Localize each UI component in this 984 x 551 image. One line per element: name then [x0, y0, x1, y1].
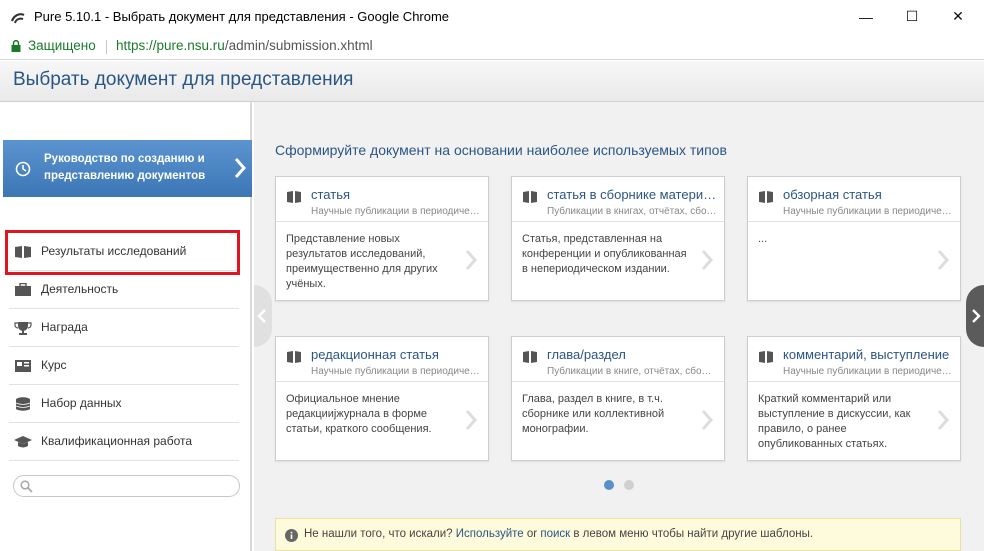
sidebar-item-label: Набор данных: [41, 396, 122, 410]
card-title: глава/раздел: [547, 347, 626, 362]
course-icon: [15, 360, 31, 372]
card-description: Краткий комментарий или выступление в ди…: [758, 393, 911, 450]
sidebar-item-label: Квалификационная работа: [41, 434, 193, 448]
template-card-chapter[interactable]: глава/раздел Публикации в книге, отчётах…: [511, 336, 725, 461]
window-title: Pure 5.10.1 - Выбрать документ для предс…: [34, 9, 450, 24]
graduation-cap-icon: [14, 436, 32, 448]
address-separator: [106, 40, 107, 54]
sidebar-item-label: Деятельность: [41, 282, 119, 296]
carousel-dot-2[interactable]: [624, 480, 634, 490]
card-description: ...: [758, 233, 768, 245]
chevron-right-icon: [701, 410, 713, 430]
card-title: комментарий, выступление: [783, 347, 950, 362]
card-title: статья в сборнике материалов конференции: [547, 187, 717, 202]
template-card-editorial[interactable]: редакционная статья Научные публикации в…: [275, 336, 489, 461]
template-card-article[interactable]: статья Научные публикации в периодически…: [275, 176, 489, 301]
card-title: редакционная статья: [311, 347, 439, 362]
sidebar-item-activity[interactable]: Деятельность: [9, 271, 239, 309]
card-header: статья Научные публикации в периодически…: [276, 177, 488, 222]
card-header: глава/раздел Публикации в книге, отчётах…: [512, 337, 724, 382]
lock-icon: [11, 40, 21, 52]
guide-label: Руководство по созданию и представлению …: [44, 153, 206, 182]
sidebar-item-label: Курс: [41, 358, 67, 372]
sidebar-item-label: Награда: [41, 320, 88, 334]
minimize-button[interactable]: —: [843, 0, 889, 33]
pure-logo-icon: [10, 13, 25, 24]
carousel-next-button[interactable]: [966, 285, 984, 347]
card-header: статья в сборнике материалов конференции…: [512, 177, 724, 222]
database-icon: [15, 397, 31, 411]
card-subtitle: Публикации в книгах, отчётах, сборниках: [547, 206, 717, 217]
carousel-dot-1[interactable]: [604, 480, 614, 490]
search-link[interactable]: поиск: [540, 528, 570, 540]
card-description: Статья, представленная на конференции и …: [522, 233, 687, 275]
sidebar: Руководство по созданию и представлению …: [0, 102, 252, 551]
use-link[interactable]: Используйте: [456, 528, 524, 540]
chevron-right-icon: [234, 158, 247, 178]
template-card-comment[interactable]: комментарий, выступление Научные публика…: [747, 336, 961, 461]
card-header: обзорная статья Научные публикации в пер…: [748, 177, 960, 222]
chevron-right-icon: [937, 250, 949, 270]
card-subtitle: Научные публикации в периодических издан…: [311, 206, 481, 217]
book-icon: [287, 351, 301, 363]
book-icon: [523, 351, 537, 363]
card-subtitle: Научные публикации в периодических издан…: [311, 366, 481, 377]
carousel-prev-button[interactable]: [254, 285, 272, 347]
card-subtitle: Публикации в книге, отчётах, сборниках: [547, 366, 717, 377]
book-icon: [523, 191, 537, 203]
chevron-right-icon: [937, 410, 949, 430]
sidebar-item-thesis[interactable]: Квалификационная работа: [9, 423, 239, 461]
trophy-icon: [14, 322, 32, 335]
book-icon: [287, 191, 301, 203]
card-description: Представление новых результатов исследов…: [286, 233, 438, 290]
chevron-right-icon: [465, 410, 477, 430]
sidebar-item-course[interactable]: Курс: [9, 347, 239, 385]
sidebar-search[interactable]: [13, 475, 240, 497]
info-icon: [285, 529, 298, 542]
briefcase-icon: [15, 283, 31, 296]
address-bar[interactable]: Защищено https://pure.nsu.ru/admin/submi…: [0, 33, 984, 60]
help-notice: Не нашли того, что искали? Используйте o…: [275, 518, 961, 551]
card-title: статья: [311, 187, 351, 202]
sidebar-item-award[interactable]: Награда: [9, 309, 239, 347]
url-text[interactable]: https://pure.nsu.ru/admin/submission.xht…: [116, 38, 373, 53]
card-description: Официальное мнение редакцииjжурнала в фо…: [286, 393, 432, 435]
chevron-right-icon: [465, 250, 477, 270]
card-header: комментарий, выступление Научные публика…: [748, 337, 960, 382]
card-description: Глава, раздел в книге, в т.ч. сборнике и…: [522, 393, 665, 435]
chevron-left-icon: [257, 309, 266, 323]
card-title: обзорная статья: [783, 187, 882, 202]
main-heading: Сформируйте документ на основании наибол…: [275, 142, 727, 158]
page-header: Выбрать документ для представления: [0, 61, 984, 102]
chevron-right-icon: [972, 309, 981, 323]
main-panel: Сформируйте документ на основании наибол…: [254, 102, 984, 551]
card-header: редакционная статья Научные публикации в…: [276, 337, 488, 382]
maximize-button[interactable]: ☐: [889, 0, 935, 33]
card-subtitle: Научные публикации в периодических издан…: [783, 366, 953, 377]
history-icon: [15, 161, 31, 177]
guide-button[interactable]: Руководство по созданию и представлению …: [3, 140, 252, 197]
book-icon: [759, 191, 773, 203]
secure-label: Защищено: [28, 38, 96, 53]
book-icon: [759, 351, 773, 363]
browser-titlebar: Pure 5.10.1 - Выбрать документ для предс…: [0, 0, 984, 33]
search-input[interactable]: [38, 478, 233, 494]
sidebar-item-dataset[interactable]: Набор данных: [9, 385, 239, 423]
card-subtitle: Научные публикации в периодических издан…: [783, 206, 953, 217]
chevron-right-icon: [701, 250, 713, 270]
template-card-review-article[interactable]: обзорная статья Научные публикации в пер…: [747, 176, 961, 301]
red-highlight-frame: [5, 230, 240, 275]
notice-text: Не нашли того, что искали? Используйте o…: [304, 528, 814, 540]
close-button[interactable]: ✕: [935, 0, 981, 33]
page-title: Выбрать документ для представления: [13, 69, 354, 90]
search-icon: [20, 480, 33, 493]
template-card-conference-article[interactable]: статья в сборнике материалов конференции…: [511, 176, 725, 301]
